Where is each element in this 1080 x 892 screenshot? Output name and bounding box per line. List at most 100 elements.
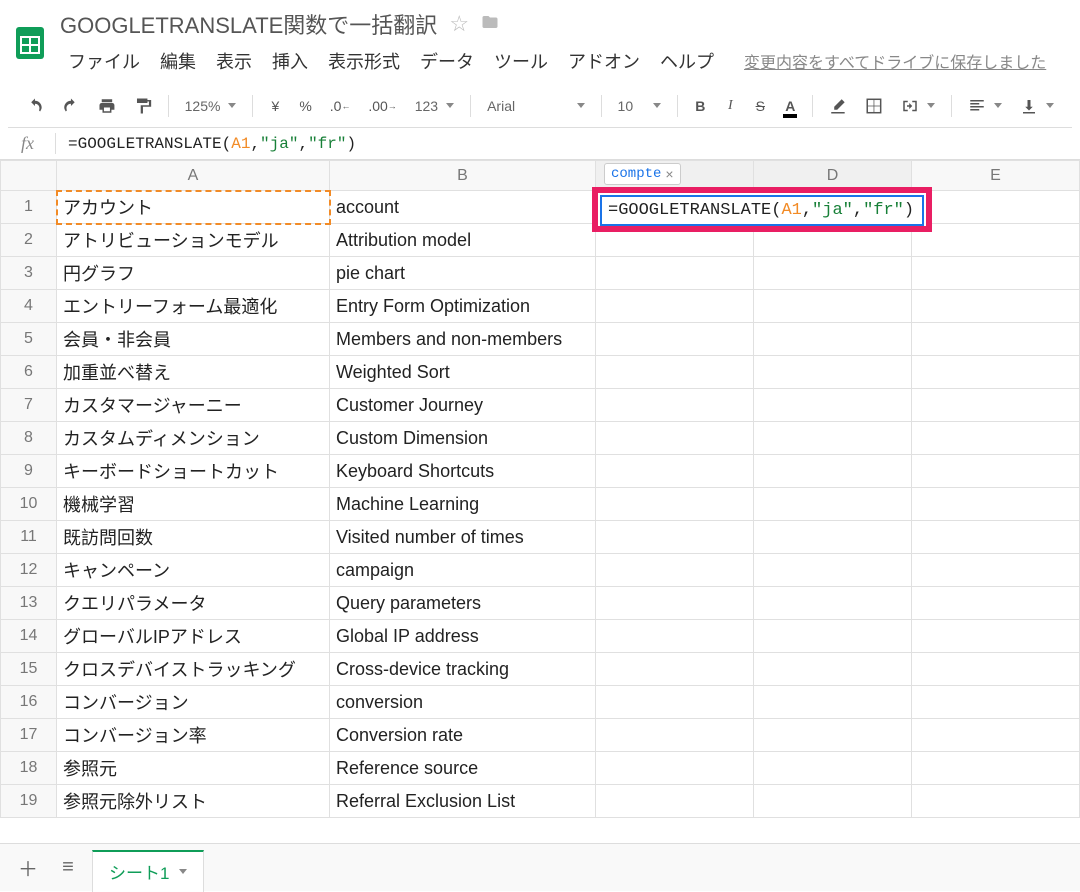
cell[interactable]: 加重並べ替え xyxy=(57,356,330,389)
cell[interactable]: キーボードショートカット xyxy=(57,455,330,488)
cell[interactable] xyxy=(912,719,1080,752)
fill-color-button[interactable] xyxy=(823,93,853,119)
cell[interactable]: pie chart xyxy=(330,257,596,290)
cell[interactable] xyxy=(596,356,754,389)
cell[interactable] xyxy=(754,389,912,422)
row-header[interactable]: 4 xyxy=(1,290,57,323)
cell[interactable]: Customer Journey xyxy=(330,389,596,422)
cell[interactable] xyxy=(596,257,754,290)
row-header[interactable]: 2 xyxy=(1,224,57,257)
cell[interactable] xyxy=(754,422,912,455)
sheet-grid[interactable]: A B C D E 1アカウントaccountcompte×=GOOGLETRA… xyxy=(0,160,1080,860)
undo-icon[interactable] xyxy=(20,93,50,119)
cell[interactable]: Cross-device tracking xyxy=(330,653,596,686)
cell[interactable]: campaign xyxy=(330,554,596,587)
row-header[interactable]: 1 xyxy=(1,191,57,224)
paint-format-icon[interactable] xyxy=(128,93,158,119)
cell[interactable]: 既訪問回数 xyxy=(57,521,330,554)
row-header[interactable]: 5 xyxy=(1,323,57,356)
cell[interactable] xyxy=(912,785,1080,818)
cell[interactable]: クエリパラメータ xyxy=(57,587,330,620)
col-header-b[interactable]: B xyxy=(330,161,596,191)
menu-insert[interactable]: 挿入 xyxy=(264,44,316,78)
menu-file[interactable]: ファイル xyxy=(60,44,148,78)
cell[interactable]: Conversion rate xyxy=(330,719,596,752)
halign-button[interactable] xyxy=(962,95,1008,117)
cell[interactable]: Attribution model xyxy=(330,224,596,257)
cell[interactable] xyxy=(596,785,754,818)
row-header[interactable]: 13 xyxy=(1,587,57,620)
merge-button[interactable] xyxy=(895,95,941,117)
cell[interactable] xyxy=(912,356,1080,389)
cell[interactable]: conversion xyxy=(330,686,596,719)
cell[interactable]: キャンペーン xyxy=(57,554,330,587)
cell[interactable] xyxy=(912,752,1080,785)
doc-title[interactable]: GOOGLETRANSLATE関数で一括翻訳 xyxy=(60,8,437,40)
cell[interactable]: Query parameters xyxy=(330,587,596,620)
row-header[interactable]: 3 xyxy=(1,257,57,290)
cell[interactable] xyxy=(912,257,1080,290)
cell[interactable] xyxy=(596,587,754,620)
add-sheet-button[interactable]: ＋ xyxy=(12,855,44,881)
cell[interactable]: エントリーフォーム最適化 xyxy=(57,290,330,323)
cell[interactable] xyxy=(912,191,1080,224)
italic-button[interactable]: I xyxy=(718,93,742,119)
row-header[interactable]: 8 xyxy=(1,422,57,455)
cell[interactable]: Weighted Sort xyxy=(330,356,596,389)
all-sheets-button[interactable]: ≡ xyxy=(56,855,80,881)
row-header[interactable]: 16 xyxy=(1,686,57,719)
cell[interactable] xyxy=(754,620,912,653)
numfmt-select[interactable]: 123 xyxy=(409,96,460,116)
row-header[interactable]: 9 xyxy=(1,455,57,488)
row-header[interactable]: 15 xyxy=(1,653,57,686)
cell[interactable] xyxy=(754,653,912,686)
row-header[interactable]: 18 xyxy=(1,752,57,785)
cell[interactable] xyxy=(754,488,912,521)
cell[interactable]: コンバージョン xyxy=(57,686,330,719)
cell[interactable]: グローバルIPアドレス xyxy=(57,620,330,653)
cell[interactable]: アトリビューションモデル xyxy=(57,224,330,257)
zoom-select[interactable]: 125% xyxy=(179,96,243,116)
row-header[interactable]: 12 xyxy=(1,554,57,587)
cell[interactable] xyxy=(754,323,912,356)
row-header[interactable]: 17 xyxy=(1,719,57,752)
star-icon[interactable]: ☆ xyxy=(449,11,469,37)
cell[interactable] xyxy=(596,554,754,587)
cell[interactable] xyxy=(754,587,912,620)
cell[interactable]: アカウント xyxy=(57,191,330,224)
text-color-button[interactable]: A xyxy=(778,93,802,119)
cell[interactable]: Reference source xyxy=(330,752,596,785)
sheet-tab-1[interactable]: シート1 xyxy=(92,850,204,892)
fx-icon[interactable]: fx xyxy=(0,133,56,154)
percent-button[interactable]: % xyxy=(293,93,317,119)
cell[interactable]: 機械学習 xyxy=(57,488,330,521)
cell[interactable] xyxy=(754,554,912,587)
row-header[interactable]: 6 xyxy=(1,356,57,389)
row-header[interactable]: 14 xyxy=(1,620,57,653)
sheets-logo[interactable] xyxy=(8,21,52,65)
cell[interactable] xyxy=(596,323,754,356)
col-header-a[interactable]: A xyxy=(57,161,330,191)
folder-icon[interactable] xyxy=(481,11,499,37)
cell[interactable] xyxy=(912,290,1080,323)
cell[interactable] xyxy=(596,719,754,752)
cell[interactable] xyxy=(754,719,912,752)
cell[interactable] xyxy=(754,455,912,488)
cell[interactable]: Members and non-members xyxy=(330,323,596,356)
menu-data[interactable]: データ xyxy=(412,44,482,78)
cell[interactable]: クロスデバイストラッキング xyxy=(57,653,330,686)
cell[interactable]: Referral Exclusion List xyxy=(330,785,596,818)
currency-button[interactable]: ¥ xyxy=(263,93,287,119)
cell[interactable] xyxy=(596,422,754,455)
row-header[interactable]: 7 xyxy=(1,389,57,422)
valign-button[interactable] xyxy=(1014,95,1060,117)
tooltip-close-icon[interactable]: × xyxy=(665,166,673,182)
cell[interactable] xyxy=(596,653,754,686)
print-icon[interactable] xyxy=(92,93,122,119)
cell[interactable]: 参照元除外リスト xyxy=(57,785,330,818)
borders-button[interactable] xyxy=(859,93,889,119)
dec-more-button[interactable]: .00→ xyxy=(362,93,402,119)
cell[interactable] xyxy=(912,587,1080,620)
redo-icon[interactable] xyxy=(56,93,86,119)
cell[interactable] xyxy=(912,323,1080,356)
